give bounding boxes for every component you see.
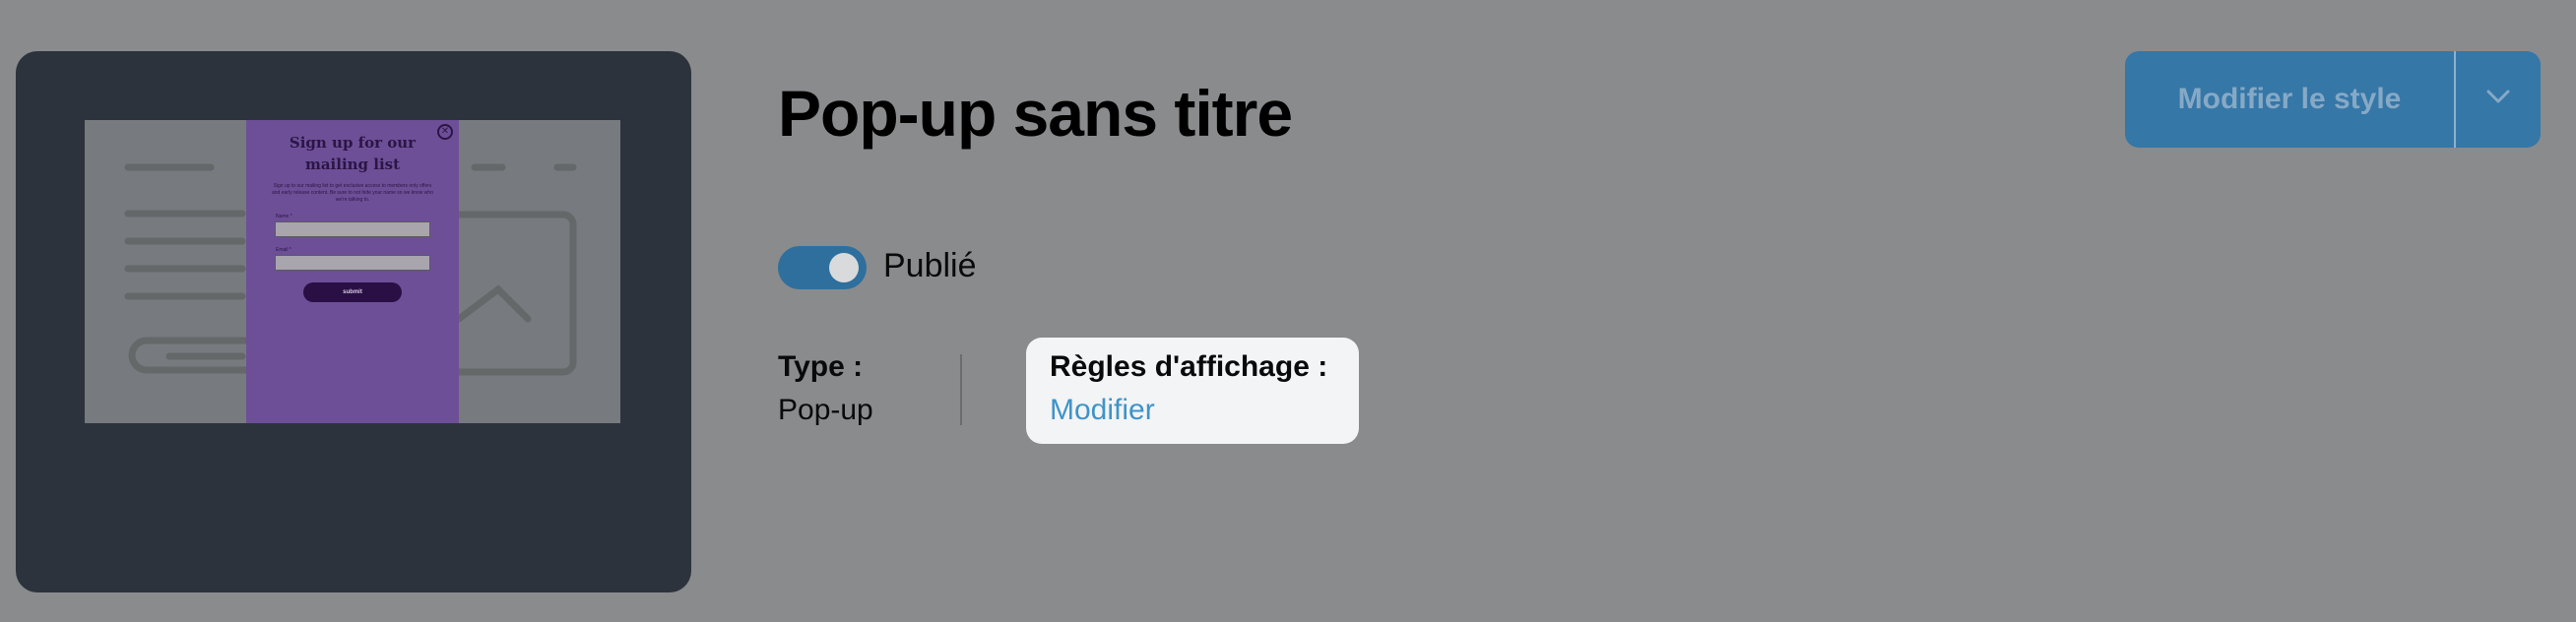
popup-mockup-field1 (275, 221, 430, 237)
popup-mockup: ✕ Sign up for our mailing list Sign up t… (246, 120, 459, 423)
popup-mockup-field2-label: Email * (276, 247, 291, 253)
type-label: Type : (778, 350, 864, 383)
popup-mockup-body: Sign up to our mailing list to get exclu… (272, 183, 433, 203)
display-rules-label: Règles d'affichage : (1050, 350, 1328, 383)
type-value: Pop-up (778, 394, 873, 426)
publish-toggle[interactable] (778, 246, 867, 289)
popup-thumbnail-card[interactable]: ✕ Sign up for our mailing list Sign up t… (16, 51, 691, 592)
toggle-knob (829, 253, 859, 282)
popup-mockup-submit: submit (303, 282, 402, 302)
chevron-down-icon (2486, 90, 2510, 103)
display-rules-card: Règles d'affichage : Modifier (1026, 338, 1359, 444)
page-title: Pop-up sans titre (778, 77, 1293, 150)
popup-mockup-title: Sign up for our mailing list (289, 134, 417, 173)
edit-display-rules-link[interactable]: Modifier (1050, 394, 1155, 427)
edit-style-button[interactable]: Modifier le style (2125, 51, 2454, 148)
popup-mockup-field2 (275, 255, 430, 271)
close-icon: ✕ (437, 124, 453, 140)
divider (960, 354, 962, 425)
popup-preview: ✕ Sign up for our mailing list Sign up t… (85, 120, 620, 423)
style-options-dropdown-button[interactable] (2456, 51, 2541, 148)
popup-mockup-field1-label: Name * (276, 214, 292, 219)
publish-status-label: Publié (883, 247, 977, 284)
